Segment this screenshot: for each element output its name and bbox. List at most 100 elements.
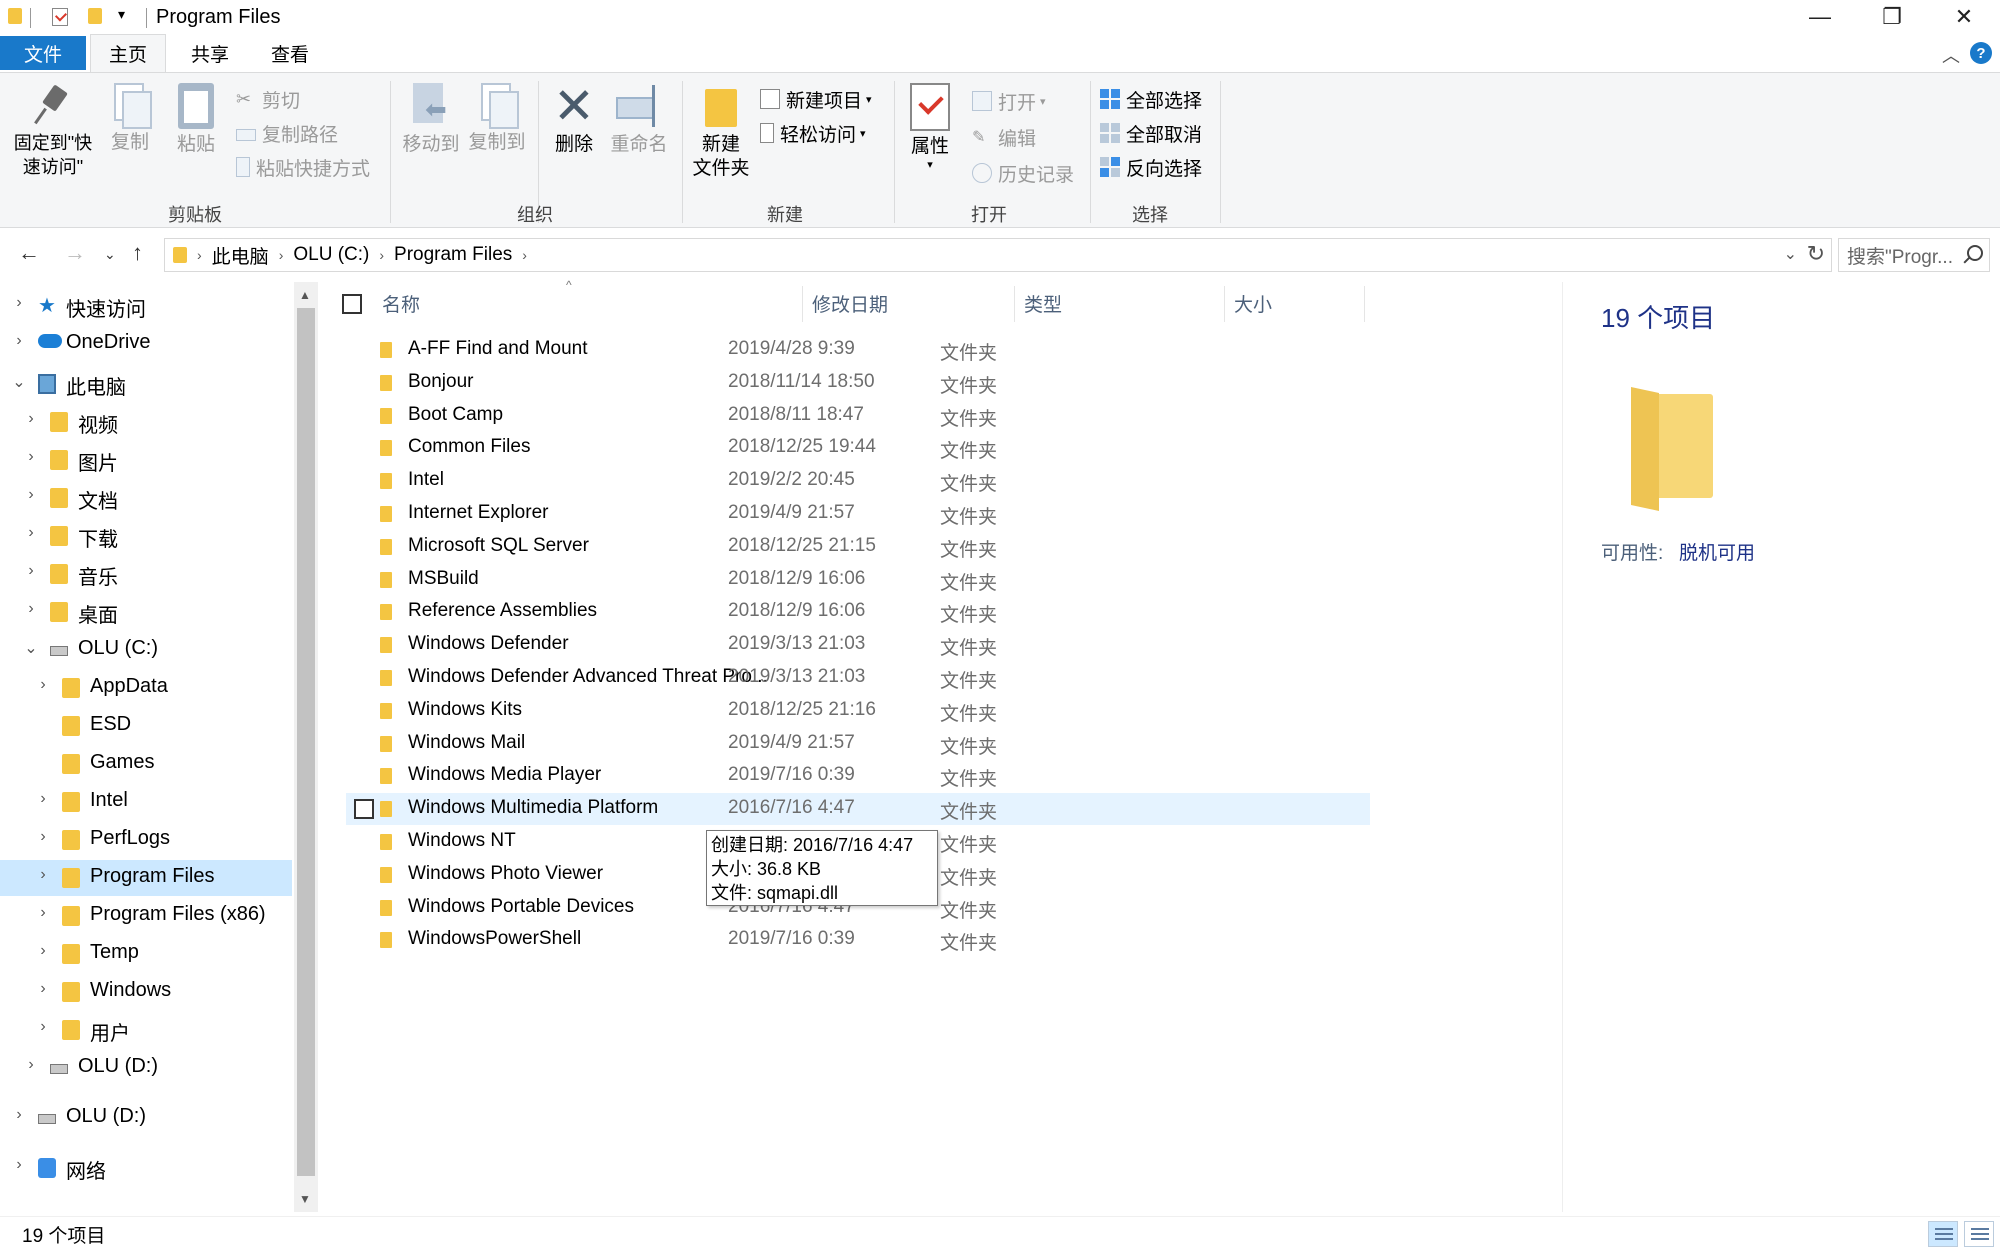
help-icon[interactable]: ?: [1970, 42, 1992, 64]
new-folder-button[interactable]: 新建 文件夹: [690, 83, 752, 181]
nav-item[interactable]: › OLU (D:): [0, 1050, 292, 1086]
nav-item[interactable]: › 用户: [0, 1012, 292, 1048]
chevron-right-icon[interactable]: ›: [24, 600, 38, 618]
close-button[interactable]: ✕: [1928, 0, 2000, 34]
chevron-right-icon[interactable]: ›: [522, 247, 527, 263]
back-arrow-icon[interactable]: ←: [18, 240, 40, 266]
select-all-button[interactable]: 全部选择: [1100, 85, 1202, 113]
select-all-checkbox[interactable]: [342, 294, 362, 314]
nav-item[interactable]: › 桌面: [0, 594, 292, 630]
nav-item[interactable]: › Program Files: [0, 860, 292, 896]
row-checkbox[interactable]: [354, 799, 374, 820]
nav-item[interactable]: › PerfLogs: [0, 822, 292, 858]
details-view-button[interactable]: [1928, 1221, 1958, 1247]
search-box[interactable]: 搜索"Progr...: [1838, 238, 1990, 272]
table-row[interactable]: Microsoft SQL Server 2018/12/25 21:15 文件夹: [346, 531, 1370, 563]
chevron-down-icon[interactable]: ⌄: [12, 372, 26, 392]
nav-item[interactable]: › Intel: [0, 784, 292, 820]
rename-button[interactable]: 重命名: [608, 83, 670, 157]
properties-button[interactable]: 属性 ▾: [902, 83, 958, 171]
table-row[interactable]: Bonjour 2018/11/14 18:50 文件夹: [346, 367, 1370, 399]
divider[interactable]: [802, 286, 803, 322]
nav-item[interactable]: › Program Files (x86): [0, 898, 292, 934]
delete-button[interactable]: ✕ 删除: [548, 81, 600, 157]
nav-item[interactable]: › AppData: [0, 670, 292, 706]
nav-scrollbar[interactable]: ▲ ▼: [294, 282, 318, 1212]
invert-selection-button[interactable]: 反向选择: [1100, 153, 1202, 181]
tab-home[interactable]: 主页: [90, 34, 166, 72]
search-icon[interactable]: [1967, 245, 1983, 261]
scroll-up-icon[interactable]: ▲: [299, 288, 311, 302]
chevron-right-icon[interactable]: ›: [36, 790, 50, 808]
tab-file[interactable]: 文件: [0, 36, 86, 70]
chevron-right-icon[interactable]: ›: [24, 486, 38, 504]
nav-item[interactable]: › 网络: [0, 1150, 292, 1186]
copy-path-button[interactable]: 复制路径: [236, 119, 338, 147]
edit-button[interactable]: ✎ 编辑: [972, 123, 1036, 151]
column-header-name[interactable]: 名称: [382, 290, 420, 317]
table-row[interactable]: Reference Assemblies 2018/12/9 16:06 文件夹: [346, 596, 1370, 628]
table-row[interactable]: A-FF Find and Mount 2019/4/28 9:39 文件夹: [346, 334, 1370, 366]
divider[interactable]: [1224, 286, 1225, 322]
chevron-right-icon[interactable]: ›: [197, 247, 202, 263]
nav-item[interactable]: ⌄ OLU (C:): [0, 632, 292, 668]
chevron-up-icon[interactable]: ︿: [1942, 42, 1960, 68]
table-row[interactable]: Windows Mail 2019/4/9 21:57 文件夹: [346, 728, 1370, 760]
new-item-button[interactable]: 新建项目 ▾: [760, 85, 872, 113]
chevron-right-icon[interactable]: ›: [36, 828, 50, 846]
pin-to-quick-access-button[interactable]: 固定到"快 速访问": [8, 83, 98, 179]
move-to-button[interactable]: 移动到: [400, 83, 462, 157]
nav-item[interactable]: › 下载: [0, 518, 292, 554]
chevron-right-icon[interactable]: ›: [24, 562, 38, 580]
open-button[interactable]: 打开 ▾: [972, 87, 1046, 115]
chevron-right-icon[interactable]: ›: [12, 332, 26, 350]
table-row[interactable]: WindowsPowerShell 2019/7/16 0:39 文件夹: [346, 924, 1370, 956]
column-header-size[interactable]: 大小: [1234, 290, 1272, 317]
nav-item[interactable]: ⌄ 此电脑: [0, 366, 292, 402]
refresh-icon[interactable]: ↻: [1807, 241, 1825, 267]
chevron-right-icon[interactable]: ›: [24, 524, 38, 542]
chevron-right-icon[interactable]: ›: [36, 676, 50, 694]
chevron-right-icon[interactable]: ›: [36, 1018, 50, 1036]
recent-locations-chevron-icon[interactable]: ⌄: [104, 246, 116, 263]
chevron-right-icon[interactable]: ›: [24, 448, 38, 466]
nav-item[interactable]: Games: [0, 746, 292, 782]
table-row[interactable]: Windows Defender Advanced Threat Pro... 2…: [346, 662, 1370, 694]
nav-item[interactable]: ESD: [0, 708, 292, 744]
tab-share[interactable]: 共享: [172, 34, 248, 72]
table-row[interactable]: Windows Multimedia Platform 2016/7/16 4:4…: [346, 793, 1370, 826]
chevron-right-icon[interactable]: ›: [36, 866, 50, 884]
nav-item[interactable]: › 视频: [0, 404, 292, 440]
nav-item[interactable]: › 音乐: [0, 556, 292, 592]
nav-item[interactable]: › 文档: [0, 480, 292, 516]
maximize-button[interactable]: ❐: [1856, 0, 1928, 34]
paste-button[interactable]: 粘贴: [170, 83, 222, 157]
cut-button[interactable]: ✂ 剪切: [236, 85, 300, 113]
divider[interactable]: [1014, 286, 1015, 322]
chevron-right-icon[interactable]: ›: [12, 294, 26, 312]
nav-item[interactable]: › 图片: [0, 442, 292, 478]
chevron-right-icon[interactable]: ›: [12, 1156, 26, 1174]
chevron-down-icon[interactable]: ⌄: [24, 638, 38, 658]
copy-button[interactable]: 复制: [104, 83, 156, 155]
chevron-right-icon[interactable]: ›: [279, 247, 284, 263]
column-header-type[interactable]: 类型: [1024, 290, 1062, 317]
chevron-right-icon[interactable]: ›: [12, 1106, 26, 1124]
chevron-right-icon[interactable]: ›: [36, 904, 50, 922]
scrollbar-thumb[interactable]: [297, 308, 315, 1176]
address-history-chevron-icon[interactable]: ⌄: [1784, 244, 1797, 264]
up-arrow-icon[interactable]: ↑: [132, 240, 143, 266]
chevron-right-icon[interactable]: ›: [36, 942, 50, 960]
breadcrumb-program-files[interactable]: Program Files: [394, 244, 512, 266]
copy-to-button[interactable]: 复制到: [466, 83, 528, 155]
breadcrumb-drive-c[interactable]: OLU (C:): [293, 244, 369, 266]
history-button[interactable]: 历史记录: [972, 159, 1074, 187]
table-row[interactable]: Boot Camp 2018/8/11 18:47 文件夹: [346, 400, 1370, 432]
select-none-button[interactable]: 全部取消: [1100, 119, 1202, 147]
chevron-right-icon[interactable]: ›: [379, 247, 384, 263]
nav-item[interactable]: › OLU (D:): [0, 1100, 292, 1136]
easy-access-button[interactable]: 轻松访问 ▾: [760, 119, 866, 147]
tab-view[interactable]: 查看: [252, 34, 328, 72]
divider[interactable]: [1364, 286, 1365, 322]
nav-item[interactable]: › OneDrive: [0, 326, 292, 362]
